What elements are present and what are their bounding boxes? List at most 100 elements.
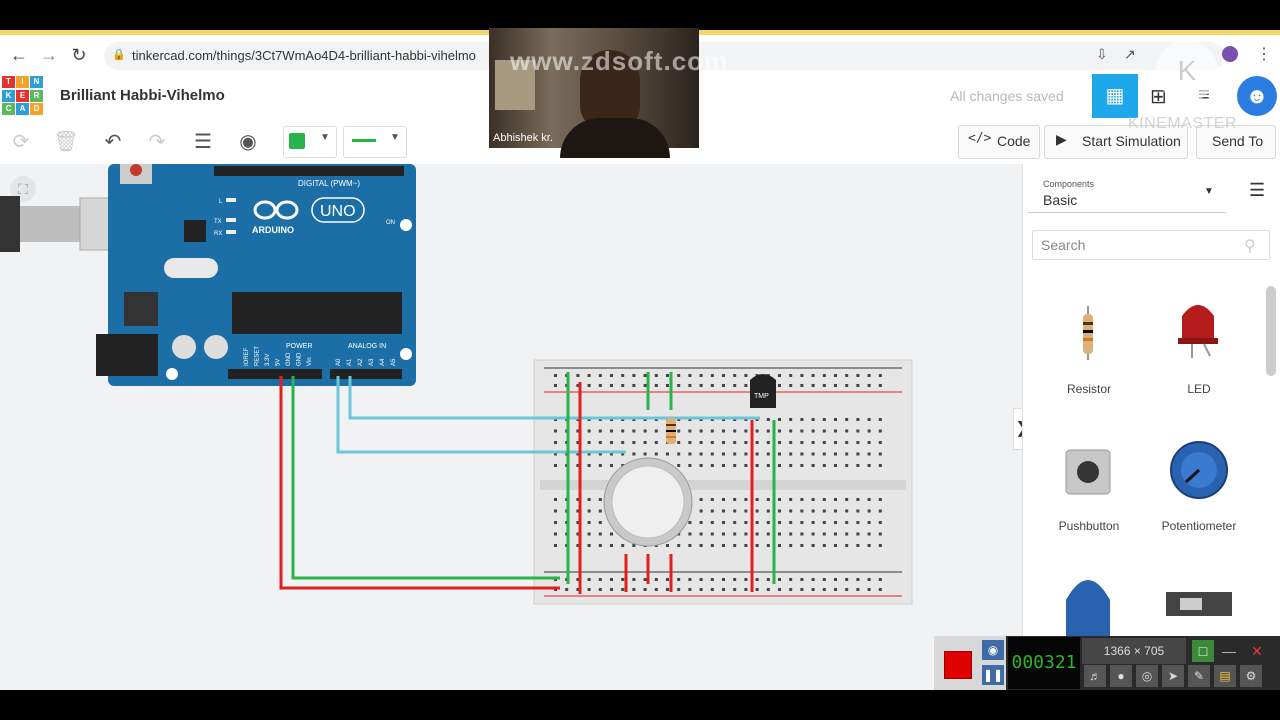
breadboard-hole <box>710 464 714 467</box>
part-potentiometer[interactable]: Potentiometer <box>1154 519 1244 533</box>
close-icon[interactable]: ✕ <box>1246 640 1268 662</box>
breadboard-hole <box>755 578 759 581</box>
breadboard-hole <box>654 578 658 581</box>
breadboard-hole <box>554 498 557 501</box>
search-icon[interactable]: ⚲ <box>1244 236 1256 256</box>
breadboard-hole <box>643 452 647 456</box>
microphone-icon[interactable]: ● <box>1110 665 1132 687</box>
breadboard-hole <box>677 544 681 547</box>
breadboard-hole <box>621 441 625 444</box>
resistor-band <box>666 430 676 432</box>
stop-record-button[interactable] <box>944 651 972 679</box>
wire-red-5v[interactable] <box>279 376 560 590</box>
breadboard-hole <box>722 588 725 591</box>
breadboard-hole <box>834 544 837 547</box>
breadboard-hole <box>811 384 815 387</box>
wire-green-gnd[interactable] <box>291 376 560 580</box>
view-notes-icon[interactable]: ◉ <box>233 127 263 157</box>
lock-icon[interactable]: 🔒 <box>112 48 126 61</box>
sidebar-scrollbar[interactable] <box>1266 286 1276 376</box>
browser-menu-icon[interactable]: ⋮ <box>1256 44 1272 64</box>
led-tx <box>226 218 236 222</box>
breadboard-hole <box>845 588 849 591</box>
breadboard-hole <box>867 374 871 377</box>
back-icon[interactable]: ← <box>8 44 30 66</box>
breadboard-hole <box>587 384 591 387</box>
breadboard-hole <box>587 374 591 377</box>
wire-color-swatch <box>289 133 305 149</box>
letterbox-bottom <box>0 690 1280 720</box>
breadboard-hole <box>789 464 793 467</box>
forward-icon[interactable]: → <box>38 44 60 66</box>
breadboard-hole <box>778 452 781 456</box>
redo-icon[interactable]: ↷ <box>142 127 172 157</box>
logo-letter: T <box>2 76 15 88</box>
pen-icon[interactable]: ✎ <box>1188 665 1210 687</box>
url-text[interactable]: tinkercad.com/things/3Ct7WmAo4D4-brillia… <box>132 48 476 63</box>
breadboard-hole <box>744 452 748 456</box>
folder-icon[interactable]: ▤ <box>1214 665 1236 687</box>
camera-icon[interactable]: ◉ <box>982 640 1004 660</box>
temperature-sensor[interactable] <box>750 374 776 408</box>
breadboard-hole <box>733 588 737 591</box>
breadboard-hole <box>688 384 692 387</box>
breadboard-hole <box>834 588 837 591</box>
profile-icon[interactable] <box>1222 46 1238 62</box>
tinkercad-logo[interactable]: T I N K E R C A D <box>2 76 43 116</box>
rotate-icon[interactable]: ⟳ <box>6 127 36 157</box>
part-led[interactable]: LED <box>1154 382 1244 396</box>
pause-icon[interactable]: ❚❚ <box>982 665 1004 685</box>
breadboard-hole <box>845 452 849 456</box>
circuit-drawing[interactable]: DIGITAL (PWM~) UNO ARDUINO ON L TX RX PO… <box>0 164 1022 690</box>
breadboard-hole <box>822 374 826 377</box>
reload-icon[interactable]: ↻ <box>68 44 90 66</box>
tmp-label: TMP <box>754 393 769 400</box>
breadboard-hole <box>845 544 849 547</box>
breadboard-hole <box>856 532 860 536</box>
breadboard-hole <box>856 509 860 513</box>
share-icon[interactable]: ↗ <box>1124 46 1136 63</box>
breadboard-hole <box>789 588 793 591</box>
part-resistor[interactable]: Resistor <box>1044 382 1134 396</box>
breadboard-hole <box>610 578 613 581</box>
search-input[interactable] <box>1032 230 1270 260</box>
breadboard-hole <box>699 544 703 547</box>
usb-cable <box>0 196 20 252</box>
webcam-icon[interactable]: ◎ <box>1136 665 1158 687</box>
user-avatar[interactable]: ☻ <box>1237 76 1277 116</box>
notes-icon[interactable]: ☰ <box>188 127 218 157</box>
breadboard-hole <box>800 384 804 387</box>
breadboard-hole <box>834 509 837 513</box>
breadboard-hole <box>800 509 804 513</box>
breadboard-hole <box>666 588 669 591</box>
reset-button[interactable] <box>130 164 142 176</box>
breadboard-hole <box>699 464 703 467</box>
fullscreen-icon[interactable]: □ <box>1192 640 1214 662</box>
breadboard-hole <box>766 578 770 581</box>
undo-icon[interactable]: ↶ <box>98 127 128 157</box>
breadboard-hole <box>845 418 849 421</box>
cursor-icon[interactable]: ➤ <box>1162 665 1184 687</box>
list-view-icon[interactable]: ☰ <box>1249 180 1265 201</box>
breadboard-hole <box>789 374 793 377</box>
breadboard-hole <box>878 498 882 501</box>
install-icon[interactable]: ⇩ <box>1096 46 1108 63</box>
breadboard-hole <box>722 509 725 513</box>
part-pushbutton[interactable]: Pushbutton <box>1044 519 1134 533</box>
design-title[interactable]: Brilliant Habbi-Vihelmo <box>60 87 225 104</box>
uno-label: UNO <box>320 203 356 220</box>
breadboard-hole <box>733 384 737 387</box>
circuit-view-icon[interactable]: ▦ <box>1092 74 1138 118</box>
minimize-icon[interactable]: — <box>1218 640 1240 662</box>
breadboard-hole <box>576 374 580 377</box>
gear-icon[interactable]: ⚙ <box>1240 665 1262 687</box>
breadboard-hole <box>733 532 737 536</box>
delete-icon[interactable]: 🗑 <box>51 127 81 157</box>
breadboard-hole <box>845 532 849 536</box>
save-status: All changes saved <box>950 88 1064 104</box>
breadboard-hole <box>688 544 692 547</box>
breadboard-hole <box>621 429 625 433</box>
speaker-icon[interactable]: ♬ <box>1084 665 1106 687</box>
breadboard-hole <box>554 521 557 524</box>
breadboard-hole <box>677 452 681 456</box>
